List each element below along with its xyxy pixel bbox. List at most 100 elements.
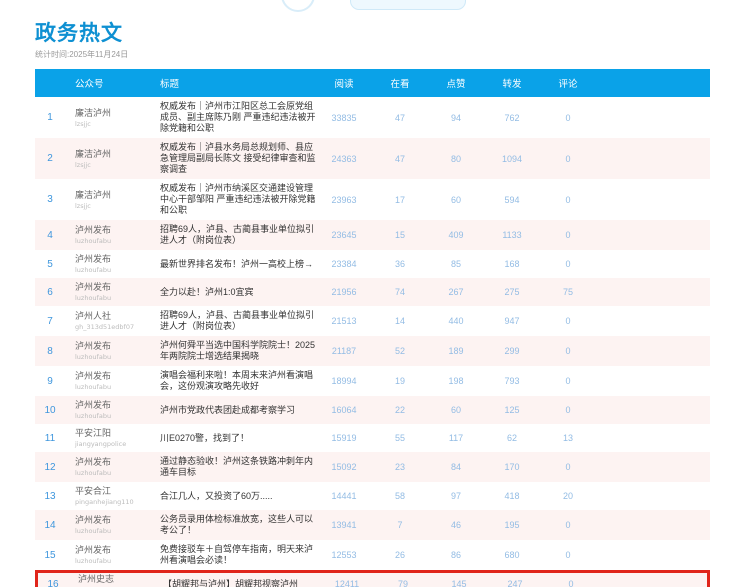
watching-value: 74 <box>394 287 405 297</box>
account-cell: 泸州发布 luzhoufabu <box>65 282 160 302</box>
top-decoration <box>0 0 730 14</box>
likes-value: 46 <box>450 520 461 530</box>
hot-articles-table: 公众号 标题 阅读 在看 点赞 转发 评论 1 廉洁泸州 lzsjjc 权威发布… <box>35 69 710 587</box>
shares-value: 1094 <box>501 153 523 164</box>
watching-value: 26 <box>394 550 405 560</box>
rank-cell: 12 <box>44 461 56 473</box>
article-title-cell[interactable]: 招聘69人，泸县、古蔺县事业单位拟引进人才（附岗位表） <box>160 310 316 332</box>
account-cell: 泸州史志 lzdsdfz <box>68 574 163 587</box>
shares-value: 195 <box>504 520 520 530</box>
comments-value: 0 <box>568 579 574 587</box>
rank-cell: 5 <box>47 258 53 270</box>
article-title[interactable]: 权威发布｜泸州市江阳区总工会原党组成员、副主席陈乃刚 严重违纪违法被开除党籍和公… <box>160 101 316 134</box>
table-row: 10 泸州发布 luzhoufabu 泸州市党政代表团赴成都考察学习 16064… <box>35 396 710 424</box>
rank-cell: 7 <box>47 315 53 327</box>
article-title[interactable]: 权威发布｜泸州市纳溪区交通建设管理中心干部邹阳 严重违纪违法被开除党籍和公职 <box>160 183 316 216</box>
table-row: 14 泸州发布 luzhoufabu 公务员录用体检标准放宽，这些人可以考公了！… <box>35 510 710 540</box>
comments-value: 20 <box>562 491 573 501</box>
rank-cell: 16 <box>47 578 59 587</box>
article-title-cell[interactable]: 合江几人，又投资了60万..... <box>160 491 316 502</box>
table-row: 6 泸州发布 luzhoufabu 全力以赴！泸州1:0宜宾 21956 74 … <box>35 278 710 306</box>
likes-value: 198 <box>448 376 464 386</box>
article-title[interactable]: 合江几人，又投资了60万..... <box>160 491 316 502</box>
reads-value: 18994 <box>331 376 357 386</box>
likes-value: 267 <box>448 287 464 297</box>
article-title-cell[interactable]: 免费接驳车＋自驾停车指南，明天来泸州看演唱会必读！ <box>160 544 316 566</box>
account-id: lzsjjc <box>75 119 91 128</box>
likes-value: 97 <box>450 491 461 501</box>
article-title[interactable]: 招聘69人，泸县、古蔺县事业单位拟引进人才（附岗位表） <box>160 224 316 246</box>
article-title[interactable]: 权威发布｜泸县水务局总规划师、县应急管理局副局长陈文 接受纪律审查和监察调查 <box>160 142 316 175</box>
comments-value: 0 <box>565 346 571 356</box>
account-name: 泸州发布 <box>75 254 112 264</box>
article-title-cell[interactable]: 公务员录用体检标准放宽，这些人可以考公了！ <box>160 514 316 536</box>
account-name: 泸州发布 <box>75 225 112 235</box>
watching-value: 79 <box>397 579 408 587</box>
account-name: 泸州发布 <box>75 515 112 525</box>
article-title-cell[interactable]: 招聘69人，泸县、古蔺县事业单位拟引进人才（附岗位表） <box>160 224 316 246</box>
table-row: 16 泸州史志 lzdsdfz 【胡耀邦与泸州】胡耀邦视察泸州 12411 79… <box>35 570 710 587</box>
rank-cell: 15 <box>44 549 56 561</box>
account-cell: 廉洁泸州 lzsjjc <box>65 190 160 210</box>
account-id: luzhoufabu <box>75 412 112 420</box>
account-name: 泸州史志 <box>78 574 115 584</box>
column-header-watching: 在看 <box>390 79 410 90</box>
watching-value: 17 <box>394 194 405 205</box>
article-title[interactable]: 免费接驳车＋自驾停车指南，明天来泸州看演唱会必读！ <box>160 544 316 566</box>
article-title-cell[interactable]: 泸州市党政代表团赴成都考察学习 <box>160 405 316 416</box>
shares-value: 170 <box>504 462 520 472</box>
reads-value: 21513 <box>331 316 357 326</box>
rank-cell: 14 <box>44 519 56 531</box>
article-title[interactable]: 最新世界排名发布！泸州一高校上榜→ <box>160 259 316 270</box>
article-title-cell[interactable]: 泸州何舜平当选中国科学院院士！2025年两院院士增选结果揭晓 <box>160 340 316 362</box>
article-title[interactable]: 泸州市党政代表团赴成都考察学习 <box>160 405 316 416</box>
shares-value: 762 <box>504 112 520 123</box>
reads-value: 13941 <box>331 520 357 530</box>
article-title-cell[interactable]: 权威发布｜泸县水务局总规划师、县应急管理局副局长陈文 接受纪律审查和监察调查 <box>160 142 316 175</box>
shares-value: 299 <box>504 346 520 356</box>
likes-value: 60 <box>450 405 461 415</box>
account-id: luzhoufabu <box>75 383 112 391</box>
article-title[interactable]: 全力以赴！泸州1:0宜宾 <box>160 287 316 298</box>
reads-value: 23645 <box>331 230 357 240</box>
article-title-cell[interactable]: 最新世界排名发布！泸州一高校上榜→ <box>160 259 316 270</box>
article-title-cell[interactable]: 通过静态验收！泸州这条铁路冲刺年内通车目标 <box>160 456 316 478</box>
article-title-cell[interactable]: 川E0270警，找到了！ <box>160 433 316 444</box>
rank-cell: 8 <box>47 345 53 357</box>
article-title-cell[interactable]: 演唱会福利来啦！本周末来泸州看演唱会，这份观演攻略先收好 <box>160 370 316 392</box>
account-cell: 泸州发布 luzhoufabu <box>65 225 160 245</box>
account-name: 泸州发布 <box>75 371 112 381</box>
rank-cell: 6 <box>47 286 53 298</box>
likes-value: 85 <box>450 259 461 269</box>
watching-value: 36 <box>394 259 405 269</box>
table-row: 11 平安江阳 jiangyangpolice 川E0270警，找到了！ 159… <box>35 424 710 452</box>
shares-value: 247 <box>507 579 523 587</box>
article-title[interactable]: 招聘69人，泸县、古蔺县事业单位拟引进人才（附岗位表） <box>160 310 316 332</box>
article-title[interactable]: 【胡耀邦与泸州】胡耀邦视察泸州 <box>163 579 319 587</box>
table-row: 1 廉洁泸州 lzsjjc 权威发布｜泸州市江阳区总工会原党组成员、副主席陈乃刚… <box>35 97 710 138</box>
shares-value: 594 <box>504 194 520 205</box>
article-title[interactable]: 演唱会福利来啦！本周末来泸州看演唱会，这份观演攻略先收好 <box>160 370 316 392</box>
table-header-row: 公众号 标题 阅读 在看 点赞 转发 评论 <box>35 69 710 97</box>
account-cell: 泸州发布 luzhoufabu <box>65 545 160 565</box>
column-header-title: 标题 <box>160 79 180 90</box>
page-title: 政务热文 <box>35 22 123 45</box>
article-title-cell[interactable]: 权威发布｜泸州市江阳区总工会原党组成员、副主席陈乃刚 严重违纪违法被开除党籍和公… <box>160 101 316 134</box>
watching-value: 7 <box>397 520 403 530</box>
shares-value: 793 <box>504 376 520 386</box>
rank-cell: 11 <box>44 432 56 444</box>
reads-value: 12553 <box>331 550 357 560</box>
article-title-cell[interactable]: 权威发布｜泸州市纳溪区交通建设管理中心干部邹阳 严重违纪违法被开除党籍和公职 <box>160 183 316 216</box>
shares-value: 62 <box>506 433 517 443</box>
account-id: luzhoufabu <box>75 527 112 535</box>
account-id: lzsjjc <box>75 160 91 169</box>
account-name: 泸州发布 <box>75 545 112 555</box>
comments-value: 0 <box>565 376 571 386</box>
article-title-cell[interactable]: 【胡耀邦与泸州】胡耀邦视察泸州 <box>163 579 319 587</box>
article-title-cell[interactable]: 全力以赴！泸州1:0宜宾 <box>160 287 316 298</box>
article-title[interactable]: 泸州何舜平当选中国科学院院士！2025年两院院士增选结果揭晓 <box>160 340 316 362</box>
article-title[interactable]: 公务员录用体检标准放宽，这些人可以考公了！ <box>160 514 316 536</box>
article-title[interactable]: 川E0270警，找到了！ <box>160 433 316 444</box>
column-header-likes: 点赞 <box>446 79 466 90</box>
article-title[interactable]: 通过静态验收！泸州这条铁路冲刺年内通车目标 <box>160 456 316 478</box>
